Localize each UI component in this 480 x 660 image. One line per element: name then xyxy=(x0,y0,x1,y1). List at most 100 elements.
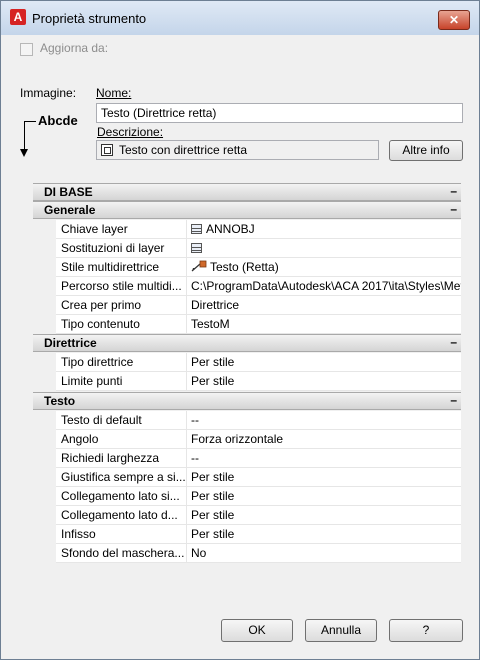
property-name: Tipo contenuto xyxy=(56,315,187,334)
category-text[interactable]: Testo – xyxy=(33,392,461,410)
tool-properties-dialog: A Proprietà strumento ✕ Aggiorna da: Imm… xyxy=(0,0,480,660)
property-value[interactable]: C:\ProgramData\Autodesk\ACA 2017\ita\Sty… xyxy=(187,277,461,296)
row-gutter xyxy=(33,430,56,449)
property-value[interactable]: No xyxy=(187,544,461,563)
property-value[interactable]: ANNOBJ xyxy=(187,220,461,239)
property-row[interactable]: Sfondo del maschera... No xyxy=(33,544,461,563)
property-value[interactable]: Per stile xyxy=(187,353,461,372)
preview-leader-vertical xyxy=(24,121,25,151)
cancel-button[interactable]: Annulla xyxy=(305,619,377,642)
category-leader-title: Direttrice xyxy=(44,336,97,350)
title-bar: A Proprietà strumento ✕ xyxy=(1,1,479,35)
collapse-icon[interactable]: – xyxy=(450,393,457,407)
property-value-text: Testo (Retta) xyxy=(210,260,279,274)
description-label: Descrizione: xyxy=(97,125,164,139)
help-button[interactable]: ? xyxy=(389,619,463,642)
image-label: Immagine: xyxy=(20,86,77,100)
row-gutter xyxy=(33,239,56,258)
row-gutter xyxy=(33,353,56,372)
more-info-button[interactable]: Altre info xyxy=(389,140,463,161)
collapse-icon[interactable]: – xyxy=(450,184,457,198)
property-row[interactable]: Stile multidirettrice Testo (Retta) xyxy=(33,258,461,277)
row-gutter xyxy=(33,468,56,487)
tool-image-preview[interactable]: Abcde xyxy=(14,109,94,165)
property-row[interactable]: Testo di default -- xyxy=(33,411,461,430)
property-row[interactable]: Giustifica sempre a si... Per stile xyxy=(33,468,461,487)
property-name: Collegamento lato d... xyxy=(56,506,187,525)
property-row[interactable]: Chiave layer ANNOBJ xyxy=(33,220,461,239)
category-base[interactable]: DI BASE – xyxy=(33,183,461,201)
property-name: Sfondo del maschera... xyxy=(56,544,187,563)
update-from-checkbox[interactable] xyxy=(20,43,33,56)
layer-list-icon xyxy=(191,224,202,234)
row-gutter xyxy=(33,544,56,563)
window-title: Proprietà strumento xyxy=(32,11,147,26)
property-row[interactable]: Tipo direttrice Per stile xyxy=(33,353,461,372)
property-value[interactable]: Per stile xyxy=(187,525,461,544)
preview-leader-line xyxy=(24,121,36,122)
description-field[interactable]: Testo con direttrice retta xyxy=(96,140,379,160)
row-gutter xyxy=(33,506,56,525)
property-row[interactable]: Collegamento lato d... Per stile xyxy=(33,506,461,525)
property-value[interactable]: Forza orizzontale xyxy=(187,430,461,449)
row-gutter xyxy=(33,258,56,277)
property-row[interactable]: Percorso stile multidi... C:\ProgramData… xyxy=(33,277,461,296)
category-leader[interactable]: Direttrice – xyxy=(33,334,461,352)
property-name: Chiave layer xyxy=(56,220,187,239)
property-name: Giustifica sempre a si... xyxy=(56,468,187,487)
description-edit-icon xyxy=(101,144,113,156)
name-label: Nome: xyxy=(96,86,132,100)
property-value[interactable]: Testo (Retta) xyxy=(187,258,461,277)
property-value[interactable]: Direttrice xyxy=(187,296,461,315)
ok-button[interactable]: OK xyxy=(221,619,293,642)
property-row[interactable]: Collegamento lato si... Per stile xyxy=(33,487,461,506)
property-row[interactable]: Tipo contenuto TestoM xyxy=(33,315,461,334)
row-gutter xyxy=(33,411,56,430)
property-row[interactable]: Sostituzioni di layer xyxy=(33,239,461,258)
property-name: Sostituzioni di layer xyxy=(56,239,187,258)
category-general-title: Generale xyxy=(44,203,96,217)
name-field[interactable] xyxy=(96,103,463,123)
category-base-title: DI BASE xyxy=(44,185,93,199)
property-name: Angolo xyxy=(56,430,187,449)
property-name: Crea per primo xyxy=(56,296,187,315)
dialog-body: Aggiorna da: Immagine: Abcde Nome: Descr… xyxy=(8,35,472,653)
property-row[interactable]: Crea per primo Direttrice xyxy=(33,296,461,315)
property-value[interactable]: -- xyxy=(187,411,461,430)
category-general[interactable]: Generale – xyxy=(33,201,461,219)
property-value[interactable] xyxy=(187,239,461,258)
collapse-icon[interactable]: – xyxy=(450,335,457,349)
preview-text: Abcde xyxy=(38,113,78,128)
property-value[interactable]: Per stile xyxy=(187,468,461,487)
property-row[interactable]: Richiedi larghezza -- xyxy=(33,449,461,468)
layer-list-icon xyxy=(191,243,202,253)
collapse-icon[interactable]: – xyxy=(450,202,457,216)
property-row[interactable]: Limite punti Per stile xyxy=(33,372,461,391)
autocad-app-icon: A xyxy=(10,9,26,25)
property-value[interactable]: -- xyxy=(187,449,461,468)
property-row[interactable]: Infisso Per stile xyxy=(33,525,461,544)
property-value[interactable]: Per stile xyxy=(187,372,461,391)
row-gutter xyxy=(33,487,56,506)
property-value[interactable]: TestoM xyxy=(187,315,461,334)
property-value[interactable]: Per stile xyxy=(187,506,461,525)
category-text-title: Testo xyxy=(44,394,76,408)
row-gutter xyxy=(33,372,56,391)
property-name: Stile multidirettrice xyxy=(56,258,187,277)
property-name: Limite punti xyxy=(56,372,187,391)
property-value-text: ANNOBJ xyxy=(206,222,255,236)
row-gutter xyxy=(33,220,56,239)
property-name: Tipo direttrice xyxy=(56,353,187,372)
update-from-label: Aggiorna da: xyxy=(40,41,109,55)
property-name: Infisso xyxy=(56,525,187,544)
property-name: Collegamento lato si... xyxy=(56,487,187,506)
row-gutter xyxy=(33,315,56,334)
row-gutter xyxy=(33,525,56,544)
description-text: Testo con direttrice retta xyxy=(119,143,248,157)
property-row[interactable]: Angolo Forza orizzontale xyxy=(33,430,461,449)
property-grid: DI BASE – Generale – Chiave layer ANNOBJ… xyxy=(33,183,461,563)
property-value[interactable]: Per stile xyxy=(187,487,461,506)
close-button[interactable]: ✕ xyxy=(438,10,470,30)
property-name: Richiedi larghezza xyxy=(56,449,187,468)
row-gutter xyxy=(33,296,56,315)
